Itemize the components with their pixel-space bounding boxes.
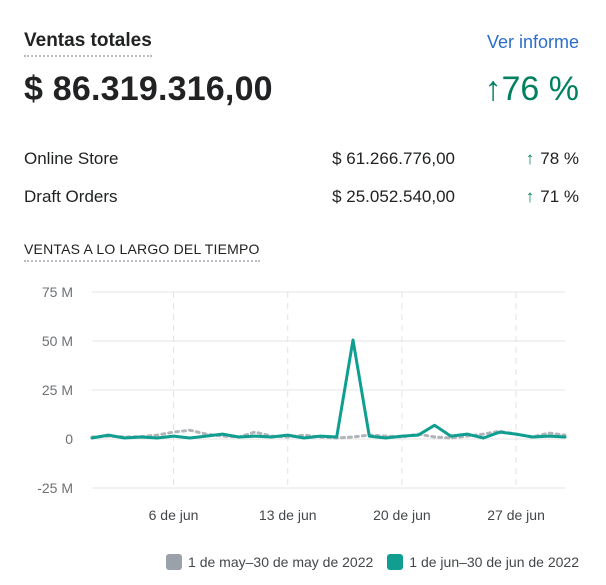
chart-legend: 1 de may–30 de may de 2022 1 de jun–30 d… (152, 554, 579, 570)
legend-swatch-current (387, 554, 404, 570)
sales-over-time-chart: 75 M 50 M 25 M 0 -25 M 6 de jun 13 de jun 20 de… (37, 284, 567, 523)
breakdown-row-draft-orders: Draft Orders $ 25.052.540,00 ↑ 71 % (24, 187, 579, 209)
view-report-link[interactable]: Ver informe (487, 32, 579, 53)
total-sales-card: Ventas totales Ver informe $ 86.319.316,… (0, 0, 606, 585)
total-change-value: 76 % (501, 70, 580, 108)
breakdown-amount: $ 25.052.540,00 (332, 187, 455, 206)
y-tick-label: 0 (65, 431, 73, 447)
total-sales-value: $ 86.319.316,00 (24, 70, 273, 108)
section-title: VENTAS A LO LARGO DEL TIEMPO (24, 241, 260, 262)
breakdown-change-value: 78 % (540, 149, 579, 168)
y-tick-label: 50 M (42, 333, 73, 349)
legend-swatch-previous (166, 554, 183, 570)
breakdown-amount: $ 61.266.776,00 (332, 149, 455, 168)
legend-label-current: 1 de jun–30 de jun de 2022 (409, 554, 579, 570)
breakdown-change: ↑ 71 % (526, 187, 579, 207)
breakdown-row-online-store: Online Store $ 61.266.776,00 ↑ 78 % (24, 149, 579, 171)
y-tick-label: 75 M (42, 284, 73, 300)
y-tick-label: 25 M (42, 382, 73, 398)
arrow-up-icon: ↑ (525, 149, 535, 168)
y-tick-label: -25 M (37, 480, 73, 496)
legend-label-previous: 1 de may–30 de may de 2022 (188, 554, 374, 570)
x-tick-label: 6 de jun (149, 507, 199, 523)
legend-item-previous[interactable]: 1 de may–30 de may de 2022 (166, 554, 373, 570)
x-tick-label: 27 de jun (487, 507, 545, 523)
x-tick-label: 20 de jun (373, 507, 431, 523)
breakdown-change: ↑ 78 % (526, 149, 579, 169)
arrow-up-icon: ↑ (484, 70, 502, 108)
breakdown-change-value: 71 % (540, 187, 579, 206)
card-title: Ventas totales (24, 30, 152, 57)
x-tick-label: 13 de jun (259, 507, 317, 523)
legend-item-current[interactable]: 1 de jun–30 de jun de 2022 (387, 554, 579, 570)
total-sales-change: ↑76 % (485, 70, 580, 109)
series-line-current (90, 338, 567, 440)
arrow-up-icon: ↑ (525, 187, 535, 206)
breakdown-label: Online Store (24, 149, 119, 168)
breakdown-label: Draft Orders (24, 187, 118, 206)
